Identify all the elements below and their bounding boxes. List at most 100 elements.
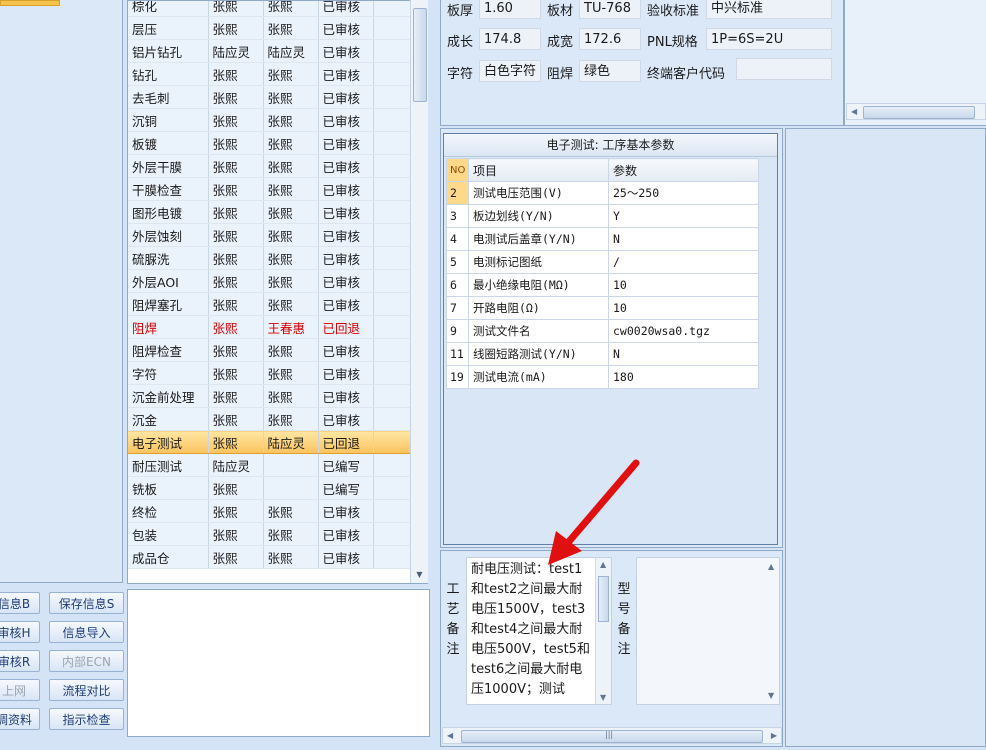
table-row[interactable]: 外层AOI 张熙 张熙 已审核 (128, 269, 411, 293)
save-info-button[interactable]: 保存信息S (49, 592, 124, 614)
param-row[interactable]: 5 电测标记图纸 / (446, 250, 759, 274)
status-cell: 已编写 (318, 476, 374, 500)
param-row[interactable]: 6 最小绝缘电阻(MΩ) 10 (446, 273, 759, 297)
param-row[interactable]: 2 测试电压范围(V) 25～250 (446, 181, 759, 205)
remark-scrollbar[interactable]: ▲ ▼ (595, 558, 611, 704)
import-info-button[interactable]: 信息导入 (49, 621, 124, 643)
table-row[interactable]: 硫脲洗 张熙 张熙 已审核 (128, 246, 411, 270)
status-cell: 已审核 (318, 545, 374, 569)
param-row[interactable]: 7 开路电阻(Ω) 10 (446, 296, 759, 320)
table-row[interactable]: 阻焊 张熙 王春惠 已回退 (128, 315, 411, 339)
process-step-cell: 包装 (128, 522, 209, 546)
width-field[interactable]: 172.6 (579, 28, 641, 50)
length-field[interactable]: 174.8 (479, 28, 541, 50)
scroll-right-arrow-icon[interactable]: ▶ (771, 731, 777, 740)
table-row[interactable]: 干膜检查 张熙 张熙 已审核 (128, 177, 411, 201)
review-r-button[interactable]: 审核R (0, 650, 40, 672)
author-cell: 陆应灵 (208, 39, 264, 63)
process-step-cell: 阻焊塞孔 (128, 292, 209, 316)
char-field[interactable]: 白色字符 (479, 60, 541, 82)
table-row[interactable]: 字符 张熙 张熙 已审核 (128, 361, 411, 385)
scrollbar-thumb[interactable] (863, 106, 975, 119)
table-row[interactable]: 铣板 张熙 已编写 (128, 476, 411, 500)
length-label: 成长 (447, 35, 474, 50)
model-remark-scrollbar[interactable]: ▲ ▼ (765, 558, 779, 704)
scrollbar-thumb[interactable] (598, 576, 609, 622)
notes-text-area[interactable] (127, 589, 430, 737)
label-char: 号 (617, 602, 631, 617)
table-row[interactable]: 铝片钻孔 陆应灵 陆应灵 已审核 (128, 39, 411, 63)
param-row[interactable]: 19 测试电流(mA) 180 (446, 365, 759, 389)
client-code-field[interactable] (736, 58, 832, 80)
table-row[interactable]: 电子测试 张熙 陆应灵 已回退 (128, 430, 411, 454)
status-cell: 已审核 (318, 131, 374, 155)
table-row[interactable]: 成品仓 张熙 张熙 已审核 (128, 545, 411, 569)
table-row[interactable]: 沉铜 张熙 张熙 已审核 (128, 108, 411, 132)
table-row[interactable]: 图形电镀 张熙 张熙 已审核 (128, 200, 411, 224)
table-row[interactable]: 去毛刺 张熙 张熙 已审核 (128, 85, 411, 109)
param-row[interactable]: 3 板边划线(Y/N) Y (446, 204, 759, 228)
upload-button[interactable]: 上网 (0, 679, 40, 701)
table-row[interactable]: 沉金 张熙 张熙 已审核 (128, 407, 411, 431)
table-row[interactable]: 外层干膜 张熙 张熙 已审核 (128, 154, 411, 178)
bottom-hscrollbar[interactable]: ◀ ||| ▶ (442, 727, 782, 744)
table-row[interactable]: 棕化 张熙 张熙 已审核 (128, 1, 411, 17)
param-row[interactable]: 4 电测试后盖章(Y/N) N (446, 227, 759, 251)
adjust-data-button[interactable]: 调资料 (0, 708, 40, 730)
standard-field[interactable]: 中兴标准 (706, 0, 832, 19)
table-row[interactable]: 层压 张熙 张熙 已审核 (128, 16, 411, 40)
table-row[interactable]: 终检 张熙 张熙 已审核 (128, 499, 411, 523)
col-header-item[interactable]: 项目 (468, 158, 609, 182)
material-field[interactable]: TU-768 (579, 0, 641, 19)
table-row[interactable]: 包装 张熙 张熙 已审核 (128, 522, 411, 546)
flow-compare-button[interactable]: 流程对比 (49, 679, 124, 701)
empty-cell (373, 292, 411, 316)
author-cell: 张熙 (208, 384, 264, 408)
empty-cell (373, 361, 411, 385)
review-button[interactable]: 审核H (0, 621, 40, 643)
table-row[interactable]: 板镀 张熙 张熙 已审核 (128, 131, 411, 155)
param-row[interactable]: 11 线圈短路测试(Y/N) N (446, 342, 759, 366)
table-row[interactable]: 钻孔 张熙 张熙 已审核 (128, 62, 411, 86)
status-cell: 已审核 (318, 16, 374, 40)
col-header-param[interactable]: 参数 (608, 158, 759, 182)
scroll-down-arrow-icon[interactable]: ▼ (768, 691, 774, 700)
scrollbar-thumb[interactable] (413, 8, 427, 102)
param-no-cell: 4 (446, 227, 469, 251)
reviewer-cell: 张熙 (263, 361, 319, 385)
table-row[interactable]: 阻焊检查 张熙 张熙 已审核 (128, 338, 411, 362)
author-cell: 张熙 (208, 246, 264, 270)
status-cell: 已审核 (318, 108, 374, 132)
info-button[interactable]: 信息B (0, 592, 40, 614)
table-row[interactable]: 阻焊塞孔 张熙 张熙 已审核 (128, 292, 411, 316)
internal-ecn-button[interactable]: 内部ECN (49, 650, 124, 672)
empty-cell (373, 131, 411, 155)
author-cell: 张熙 (208, 177, 264, 201)
process-step-cell: 沉金前处理 (128, 384, 209, 408)
status-cell: 已审核 (318, 269, 374, 293)
left-selected-item[interactable] (0, 0, 60, 6)
table-row[interactable]: 沉金前处理 张熙 张熙 已审核 (128, 384, 411, 408)
status-cell: 已审核 (318, 177, 374, 201)
process-step-cell: 干膜检查 (128, 177, 209, 201)
thickness-field[interactable]: 1.60 (479, 0, 541, 19)
reviewer-cell: 王春惠 (263, 315, 319, 339)
instruction-check-button[interactable]: 指示检查 (49, 708, 124, 730)
model-remark-textbox[interactable]: ▲ ▼ (636, 557, 780, 705)
mask-field[interactable]: 绿色 (579, 60, 641, 82)
param-row[interactable]: 9 测试文件名 cw0020wsa0.tgz (446, 319, 759, 343)
pnl-field[interactable]: 1P=6S=2U (706, 28, 832, 50)
scroll-left-arrow-icon[interactable]: ◀ (851, 107, 857, 116)
process-step-cell: 钻孔 (128, 62, 209, 86)
col-header-no[interactable]: NO (446, 158, 469, 182)
table-row[interactable]: 耐压测试 陆应灵 已编写 (128, 453, 411, 477)
scroll-down-arrow-icon[interactable]: ▼ (411, 567, 428, 583)
process-remark-textbox[interactable]: 耐电压测试：test1和test2之间最大耐电压1500V，test3和test… (466, 557, 612, 705)
scroll-down-arrow-icon[interactable]: ▼ (600, 693, 606, 702)
process-table-scrollbar[interactable]: ▼ (410, 0, 428, 583)
table-row[interactable]: 外层蚀刻 张熙 张熙 已审核 (128, 223, 411, 247)
status-cell: 已审核 (318, 223, 374, 247)
right-top-hscrollbar[interactable]: ◀ (846, 103, 986, 120)
scroll-up-arrow-icon[interactable]: ▲ (768, 562, 774, 571)
scroll-left-arrow-icon[interactable]: ◀ (447, 731, 453, 740)
